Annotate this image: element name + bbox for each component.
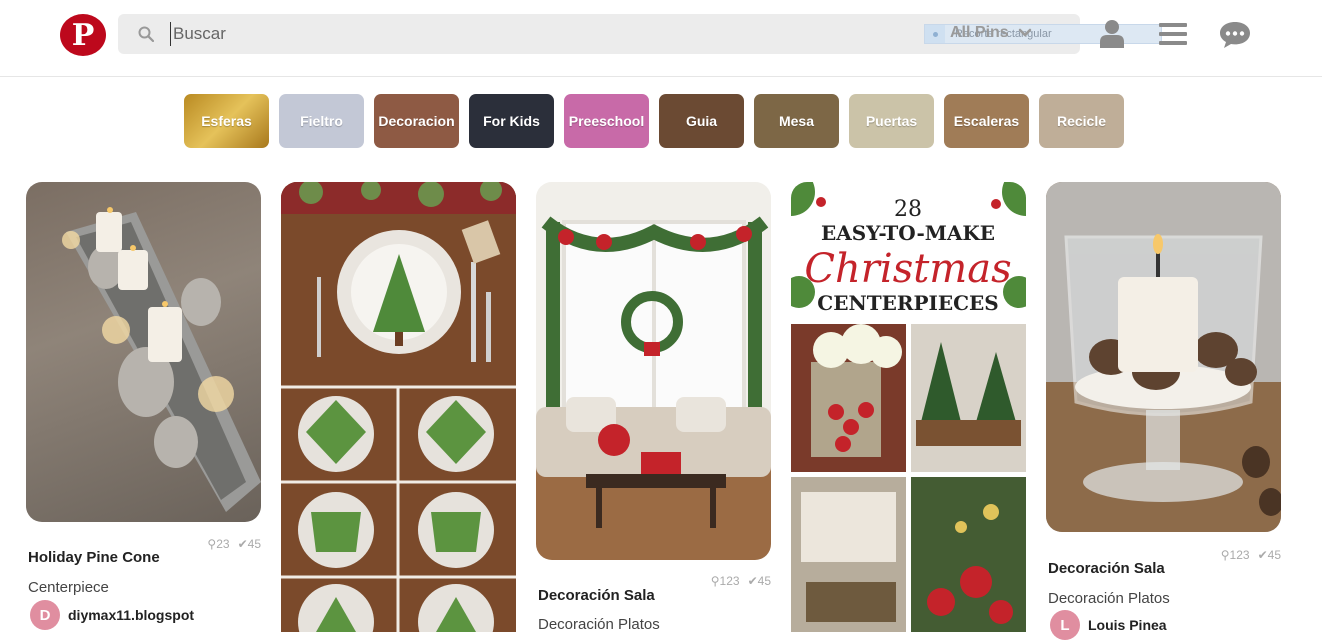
like-count: ✔45: [747, 574, 771, 588]
scope-dropdown[interactable]: All Pins: [950, 24, 1033, 42]
repin-count: ⚲123: [1220, 548, 1250, 562]
repin-count: ⚲123: [710, 574, 740, 588]
pin-description: Centerpiece: [28, 579, 109, 596]
pin-card[interactable]: ⚲123 ✔45 Decoración Sala Decoración Plat…: [536, 182, 771, 633]
pin-title: Holiday Pine Cone: [28, 549, 160, 566]
logo-letter: P: [71, 18, 95, 53]
search-bar[interactable]: Recorte rectangular All Pins: [118, 14, 1162, 54]
top-bar: P Recorte rectangular All Pins: [0, 0, 1322, 77]
like-count: ✔45: [1257, 548, 1281, 562]
chip-puertas[interactable]: Puertas: [849, 94, 934, 148]
overlay-number: 28: [894, 197, 922, 222]
pin-card[interactable]: [281, 182, 516, 632]
pin-card[interactable]: ⚲123 ✔45 Decoración Sala Decoración Plat…: [1046, 182, 1281, 640]
menu-icon[interactable]: [1158, 18, 1188, 50]
pin-stats: ⚲123 ✔45: [711, 574, 771, 588]
tooltip-dot-icon: [925, 25, 945, 43]
chip-fieltro[interactable]: Fieltro: [279, 94, 364, 148]
chip-mesa[interactable]: Mesa: [754, 94, 839, 148]
overlay-line1: EASY-TO-MAKE: [821, 221, 995, 245]
pin-user[interactable]: D diymax11.blogspot: [30, 600, 194, 630]
pine-cone-centerpiece-image: [62, 207, 261, 512]
repin-count: ⚲23: [207, 537, 230, 551]
pin-card[interactable]: 28 EASY-TO-MAKE Christmas CENTERPIECES: [791, 182, 1026, 632]
category-chips: Esferas Fieltro Decoracion For Kids Pree…: [184, 94, 1124, 148]
pin-card[interactable]: ⚲23 ✔45 Holiday Pine Cone Centerpiece D …: [26, 182, 261, 632]
napkin-tree-table-image: [281, 182, 516, 632]
chip-esferas[interactable]: Esferas: [184, 94, 269, 148]
chip-recicle[interactable]: Recicle: [1039, 94, 1124, 148]
pin-description: Decoración Platos: [538, 616, 660, 633]
avatar: L: [1050, 610, 1080, 640]
chevron-down-icon: [1018, 28, 1031, 37]
pin-user[interactable]: L Louis Pinea: [1050, 610, 1167, 640]
overlay-line3: CENTERPIECES: [817, 291, 998, 315]
pin-image[interactable]: [26, 182, 261, 522]
chip-escaleras[interactable]: Escaleras: [944, 94, 1029, 148]
scope-label: All Pins: [950, 24, 1009, 41]
christmas-living-room-image: [536, 182, 771, 560]
pin-user-name: Louis Pinea: [1088, 617, 1167, 633]
pin-stats: ⚲123 ✔45: [1221, 548, 1281, 562]
avatar: D: [30, 600, 60, 630]
pin-stats: ⚲23 ✔45: [207, 537, 261, 551]
chip-for-kids[interactable]: For Kids: [469, 94, 554, 148]
chip-guia[interactable]: Guia: [659, 94, 744, 148]
pin-title: Decoración Sala: [1048, 560, 1165, 577]
glass-candle-pinecones-image: [1046, 182, 1281, 532]
pin-user-name: diymax11.blogspot: [68, 607, 195, 623]
pin-title: Decoración Sala: [538, 587, 655, 604]
pin-image[interactable]: 28 EASY-TO-MAKE Christmas CENTERPIECES: [791, 182, 1026, 632]
pin-description: Decoración Platos: [1048, 590, 1170, 607]
pin-image[interactable]: [281, 182, 516, 632]
user-icon[interactable]: [1097, 18, 1127, 50]
search-input[interactable]: [170, 22, 870, 46]
chat-icon[interactable]: [1218, 18, 1252, 50]
pinterest-logo[interactable]: P: [60, 14, 106, 56]
search-icon: [138, 26, 154, 42]
christmas-centerpieces-collage-image: 28 EASY-TO-MAKE Christmas CENTERPIECES: [791, 182, 1026, 632]
like-count: ✔45: [237, 537, 261, 551]
chip-preeschool[interactable]: Preeschool: [564, 94, 649, 148]
chip-decoracion[interactable]: Decoracion: [374, 94, 459, 148]
overlay-line2: Christmas: [804, 246, 1011, 292]
pin-image[interactable]: [1046, 182, 1281, 532]
pin-image[interactable]: [536, 182, 771, 560]
